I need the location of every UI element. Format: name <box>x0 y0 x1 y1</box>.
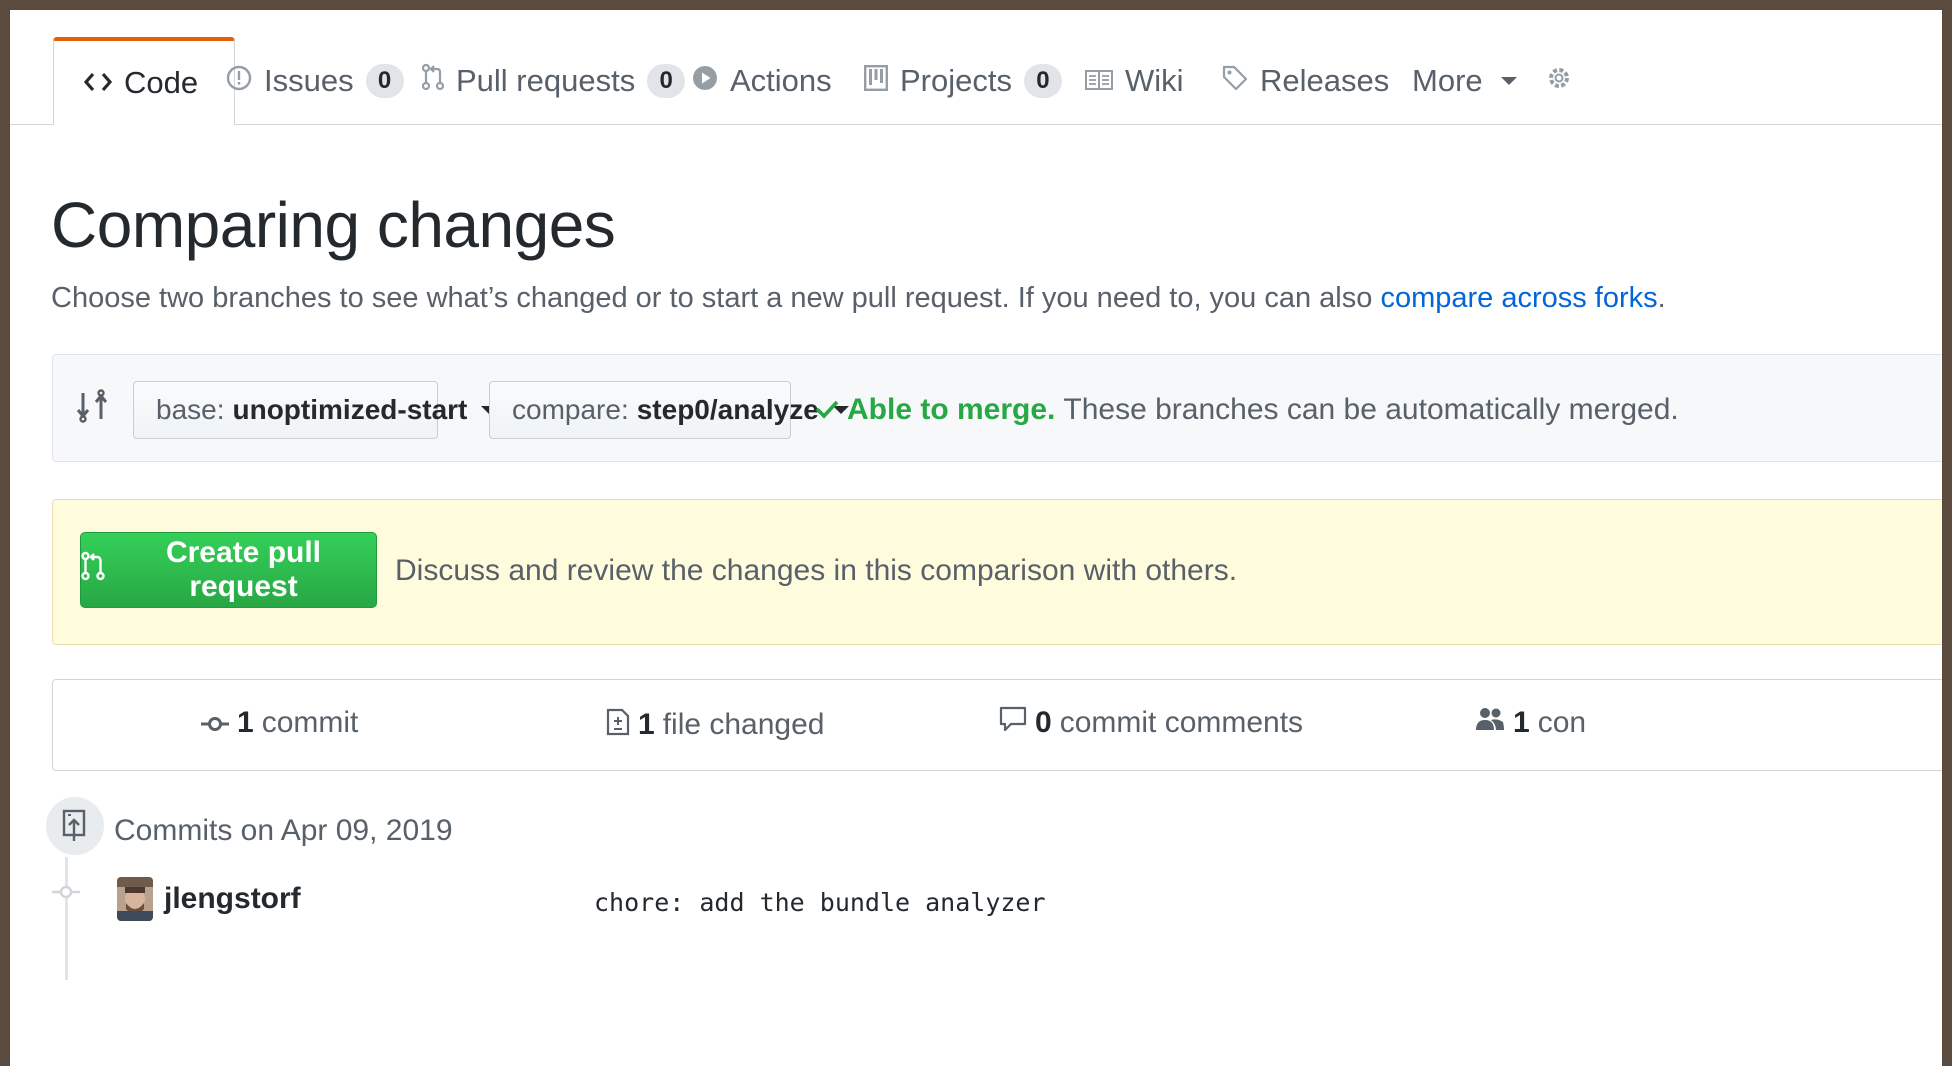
files-stat[interactable]: 1 file changed <box>606 706 824 744</box>
base-branch-name: unoptimized-start <box>232 394 468 425</box>
file-diff-icon <box>606 706 630 744</box>
subtitle-text: Choose two branches to see what’s change… <box>51 282 1373 314</box>
tag-icon <box>1222 63 1248 99</box>
compare-prefix: compare: <box>512 394 629 425</box>
compare-pr-banner: Create pull request Discuss and review t… <box>52 499 1942 645</box>
banner-text: Discuss and review the changes in this c… <box>395 554 1238 587</box>
pulls-counter: 0 <box>647 64 686 98</box>
timeline-line <box>65 850 68 980</box>
commit-message-link[interactable]: chore: add the bundle analyzer <box>594 888 1046 917</box>
tab-label: Wiki <box>1125 63 1184 98</box>
commits-label: commit <box>261 706 359 739</box>
commit-author-link[interactable]: jlengstorf <box>164 882 301 916</box>
project-icon <box>864 63 889 99</box>
commit-dot-icon <box>52 884 80 905</box>
comment-icon <box>999 706 1027 740</box>
tab-more[interactable]: More <box>1412 36 1517 126</box>
overall-summary: 1 commit 1 file changed 0 commit comment… <box>52 679 1942 771</box>
page-title: Comparing changes <box>51 189 616 261</box>
tab-issues[interactable]: Issues 0 <box>226 36 404 126</box>
tab-label: Releases <box>1260 63 1390 98</box>
range-editor: base: unoptimized-start compare: step0/a… <box>52 354 1942 462</box>
create-pull-request-button[interactable]: Create pull request <box>80 532 377 608</box>
tab-wiki[interactable]: Wiki <box>1085 36 1184 126</box>
swap-branches-icon[interactable] <box>76 389 108 428</box>
tab-label: Code <box>124 65 199 100</box>
commits-stat[interactable]: 1 commit <box>201 706 358 740</box>
issue-icon <box>226 63 252 99</box>
tab-projects[interactable]: Projects 0 <box>864 36 1062 126</box>
files-count: 1 <box>638 708 655 741</box>
tab-label: Actions <box>730 63 832 98</box>
gear-icon <box>1546 63 1572 99</box>
create-pull-request-label: Create pull request <box>165 536 322 603</box>
comments-label: commit comments <box>1059 706 1304 739</box>
code-icon <box>83 65 113 101</box>
commits-date-heading: Commits on Apr 09, 2019 <box>114 814 453 847</box>
contributors-count: 1 <box>1513 706 1530 739</box>
tab-label: More <box>1412 63 1483 98</box>
tab-code[interactable]: Code <box>53 37 235 126</box>
avatar[interactable] <box>117 877 153 921</box>
base-prefix: base: <box>156 394 225 425</box>
merge-status: Able to merge. These branches can be aut… <box>815 393 1679 427</box>
caret-down-icon <box>1500 77 1517 85</box>
contributors-label: con <box>1537 706 1587 739</box>
pull-request-icon <box>81 551 105 589</box>
play-icon <box>692 63 718 99</box>
merge-ok-text: Able to merge. <box>847 393 1056 426</box>
people-icon <box>1475 706 1505 740</box>
projects-counter: 0 <box>1023 64 1062 98</box>
files-label: file changed <box>662 708 825 741</box>
comments-count: 0 <box>1035 706 1052 739</box>
contributors-stat[interactable]: 1 con <box>1475 706 1586 740</box>
base-branch-select[interactable]: base: unoptimized-start <box>133 381 498 439</box>
repo-nav: Code Issues 0 Pull requests 0 Actions Pr… <box>10 10 1942 126</box>
compare-across-forks-link[interactable]: compare across forks <box>1380 282 1657 314</box>
tab-releases[interactable]: Releases <box>1222 36 1389 126</box>
pull-request-icon <box>421 63 445 99</box>
tab-label: Projects <box>900 63 1012 98</box>
merge-detail-text: These branches can be automatically merg… <box>1063 393 1679 426</box>
page-subtitle: Choose two branches to see what’s change… <box>51 282 1666 315</box>
page-frame: Code Issues 0 Pull requests 0 Actions Pr… <box>10 10 1942 1066</box>
tab-label: Pull requests <box>456 63 636 98</box>
book-icon <box>1085 63 1113 99</box>
compare-branch-select[interactable]: compare: step0/analyze <box>489 381 849 439</box>
commits-count: 1 <box>237 706 254 739</box>
check-icon <box>815 393 839 427</box>
tab-pull-requests[interactable]: Pull requests 0 <box>421 36 686 126</box>
settings-tab[interactable] <box>1546 36 1572 126</box>
commit-icon <box>201 706 229 740</box>
tab-label: Issues <box>264 63 354 98</box>
compare-branch-name: step0/analyze <box>636 394 819 425</box>
repo-push-icon <box>43 794 107 858</box>
comments-stat[interactable]: 0 commit comments <box>999 706 1303 740</box>
tab-actions[interactable]: Actions <box>692 36 832 126</box>
issues-counter: 0 <box>365 64 404 98</box>
subtitle-suffix: . <box>1657 282 1666 314</box>
